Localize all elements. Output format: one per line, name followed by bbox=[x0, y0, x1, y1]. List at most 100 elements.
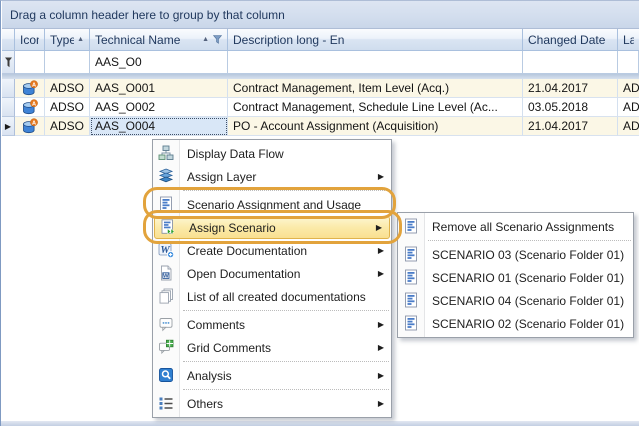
cell-description[interactable]: Contract Management, Schedule Line Level… bbox=[228, 98, 523, 117]
adso-cylinder-icon: A bbox=[22, 80, 38, 96]
menu-item-label: Comments bbox=[187, 318, 245, 332]
submenu-arrow-icon: ▶ bbox=[378, 246, 384, 255]
filter-cell-icon[interactable] bbox=[15, 51, 45, 74]
data-flow-icon bbox=[158, 145, 174, 161]
adso-cylinder-icon: A bbox=[22, 118, 38, 134]
menu-item-create-documentation[interactable]: W Create Documentation ▶ bbox=[153, 239, 391, 262]
cell-type[interactable]: ADSO bbox=[45, 117, 90, 136]
context-menu: Display Data Flow Assign Layer ▶ bbox=[152, 139, 392, 418]
table-row-selected[interactable]: ▶ A ADSO AAS_O004 PO - Account Assignmen… bbox=[2, 117, 639, 136]
scenario-document-icon bbox=[403, 315, 419, 331]
column-header-label: Description long - En bbox=[233, 33, 517, 47]
submenu-item-scenario-01[interactable]: SCENARIO 01 (Scenario Folder 01) bbox=[398, 266, 633, 289]
column-header-description[interactable]: Description long - En bbox=[228, 29, 523, 51]
group-by-panel-text: Drag a column header here to group by th… bbox=[10, 8, 285, 22]
menu-item-label: Grid Comments bbox=[187, 341, 271, 355]
table-row[interactable]: A ADSO AAS_O002 Contract Management, Sch… bbox=[2, 98, 639, 117]
cell-changed-date[interactable]: 21.04.2017 bbox=[523, 117, 618, 136]
word-create-icon: W bbox=[158, 242, 174, 258]
menu-item-assign-scenario[interactable]: Assign Scenario ▶ bbox=[154, 216, 390, 239]
filter-cell-description[interactable] bbox=[228, 51, 523, 74]
cell-technical-name[interactable]: AAS_O002 bbox=[90, 98, 228, 117]
submenu-item-scenario-04[interactable]: SCENARIO 04 (Scenario Folder 01) bbox=[398, 289, 633, 312]
menu-item-label: SCENARIO 02 (Scenario Folder 01) bbox=[432, 317, 624, 331]
menu-item-assign-layer[interactable]: Assign Layer ▶ bbox=[153, 165, 391, 188]
cell-technical-name[interactable]: AAS_O001 bbox=[90, 79, 228, 98]
scenario-document-icon bbox=[403, 269, 419, 285]
menu-item-label: Scenario Assignment and Usage bbox=[187, 198, 361, 212]
column-filter-icon[interactable] bbox=[213, 35, 222, 44]
column-header-type[interactable]: Type ▲ bbox=[45, 29, 90, 51]
cell-changed-date[interactable]: 03.05.2018 bbox=[523, 98, 618, 117]
scenario-document-icon bbox=[403, 218, 419, 234]
menu-item-label: SCENARIO 01 (Scenario Folder 01) bbox=[432, 271, 624, 285]
cell-description[interactable]: PO - Account Assignment (Acquisition) bbox=[228, 117, 523, 136]
menu-item-label: Assign Scenario bbox=[189, 221, 276, 235]
menu-item-comments[interactable]: Comments ▶ bbox=[153, 313, 391, 336]
submenu-arrow-icon: ▶ bbox=[378, 320, 384, 329]
cell-changed-date[interactable]: 21.04.2017 bbox=[523, 79, 618, 98]
sort-ascending-icon: ▲ bbox=[202, 36, 209, 43]
cell-last[interactable]: AD bbox=[618, 98, 639, 117]
cell-last[interactable]: AD bbox=[618, 79, 639, 98]
cell-description[interactable]: Contract Management, Item Level (Acq.) bbox=[228, 79, 523, 98]
current-row-indicator: ▶ bbox=[2, 117, 15, 136]
column-header-label: Technical Name bbox=[95, 33, 199, 47]
cell-icon: A bbox=[15, 79, 45, 98]
comment-bubble-icon bbox=[158, 316, 174, 332]
submenu-arrow-icon: ▶ bbox=[378, 399, 384, 408]
menu-item-analysis[interactable]: Analysis ▶ bbox=[153, 364, 391, 387]
group-by-panel[interactable]: Drag a column header here to group by th… bbox=[2, 1, 639, 29]
column-header-last[interactable]: La bbox=[618, 29, 639, 51]
menu-item-grid-comments[interactable]: Grid Comments ▶ bbox=[153, 336, 391, 359]
word-document-icon: W bbox=[158, 265, 174, 281]
filter-funnel-icon bbox=[4, 57, 13, 68]
grid-header-row: Icon Type ▲ Technical Name ▲ Description… bbox=[2, 29, 639, 51]
sort-ascending-icon: ▲ bbox=[77, 36, 84, 43]
column-header-icon[interactable]: Icon bbox=[15, 29, 45, 51]
column-header-label: Icon bbox=[20, 33, 39, 47]
column-header-label: Changed Date bbox=[528, 33, 612, 47]
submenu-arrow-icon: ▶ bbox=[376, 223, 382, 232]
adso-cylinder-icon: A bbox=[22, 99, 38, 115]
submenu-arrow-icon: ▶ bbox=[378, 172, 384, 181]
assign-scenario-submenu: Remove all Scenario Assignments SCENARIO… bbox=[397, 212, 634, 338]
menu-item-label: Open Documentation bbox=[187, 267, 300, 281]
cell-last[interactable]: AD bbox=[618, 117, 639, 136]
layers-stack-icon bbox=[158, 168, 174, 184]
submenu-item-remove-all[interactable]: Remove all Scenario Assignments bbox=[398, 215, 633, 238]
filter-cell-last[interactable] bbox=[618, 51, 639, 74]
filter-value: AAS_O0 bbox=[95, 55, 142, 69]
column-header-changed-date[interactable]: Changed Date bbox=[523, 29, 618, 51]
column-header-label: La bbox=[623, 33, 634, 47]
assign-scenario-icon bbox=[160, 219, 176, 235]
menu-item-open-documentation[interactable]: W Open Documentation ▶ bbox=[153, 262, 391, 285]
column-header-label: Type bbox=[50, 33, 74, 47]
cell-type[interactable]: ADSO bbox=[45, 98, 90, 117]
menu-item-display-data-flow[interactable]: Display Data Flow bbox=[153, 142, 391, 165]
scenario-document-icon bbox=[158, 196, 174, 212]
menu-item-scenario-assignment-and-usage[interactable]: Scenario Assignment and Usage bbox=[153, 193, 391, 216]
grid-application-window: Drag a column header here to group by th… bbox=[0, 0, 639, 426]
column-header-technical-name[interactable]: Technical Name ▲ bbox=[90, 29, 228, 51]
submenu-arrow-icon: ▶ bbox=[378, 343, 384, 352]
svg-text:W: W bbox=[163, 274, 169, 280]
table-row[interactable]: A ADSO AAS_O001 Contract Management, Ite… bbox=[2, 79, 639, 98]
menu-item-label: Others bbox=[187, 397, 223, 411]
filter-row-indicator bbox=[2, 51, 15, 74]
analysis-magnifier-icon bbox=[158, 367, 174, 383]
filter-cell-technical-name[interactable]: AAS_O0 bbox=[90, 51, 228, 74]
menu-item-label: Assign Layer bbox=[187, 170, 256, 184]
submenu-arrow-icon: ▶ bbox=[378, 371, 384, 380]
cell-technical-name-focused[interactable]: AAS_O004 bbox=[90, 117, 228, 136]
submenu-item-scenario-03[interactable]: SCENARIO 03 (Scenario Folder 01) bbox=[398, 243, 633, 266]
menu-item-others[interactable]: Others ▶ bbox=[153, 392, 391, 415]
grid-filter-row: AAS_O0 bbox=[2, 51, 639, 74]
filter-cell-changed-date[interactable] bbox=[523, 51, 618, 74]
submenu-item-scenario-02[interactable]: SCENARIO 02 (Scenario Folder 01) bbox=[398, 312, 633, 335]
menu-item-label: Analysis bbox=[187, 369, 232, 383]
copy-pages-icon bbox=[158, 288, 174, 304]
menu-item-list-documentations[interactable]: List of all created documentations bbox=[153, 285, 391, 308]
filter-cell-type[interactable] bbox=[45, 51, 90, 74]
cell-type[interactable]: ADSO bbox=[45, 79, 90, 98]
